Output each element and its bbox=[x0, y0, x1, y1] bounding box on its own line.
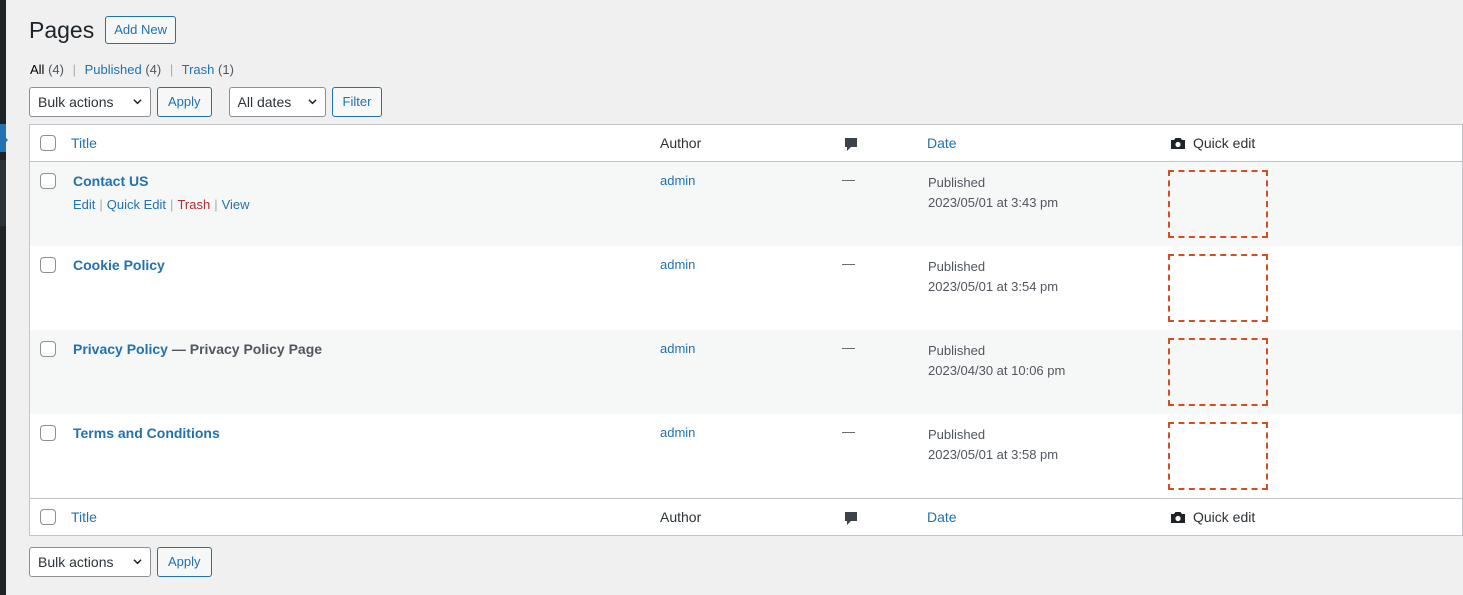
tablenav-bottom: Bulk actions Apply bbox=[29, 547, 212, 577]
view-trash-count: (1) bbox=[218, 62, 234, 77]
row-datetime: 2023/05/01 at 3:43 pm bbox=[928, 195, 1059, 210]
view-published-link[interactable]: Published bbox=[85, 62, 142, 77]
comments-icon bbox=[844, 137, 858, 156]
row-checkbox[interactable] bbox=[40, 257, 56, 273]
row-checkbox[interactable] bbox=[40, 425, 56, 441]
row-author-link[interactable]: admin bbox=[660, 341, 695, 356]
camera-icon bbox=[1171, 511, 1185, 523]
row-action-quick-edit[interactable]: Quick Edit bbox=[107, 197, 166, 212]
table-row: Terms and Conditions admin — Published 2… bbox=[30, 414, 1462, 498]
view-separator: | bbox=[72, 62, 76, 77]
row-datetime: 2023/04/30 at 10:06 pm bbox=[928, 363, 1066, 378]
row-action-trash[interactable]: Trash bbox=[177, 197, 210, 212]
bulk-actions-select-bottom[interactable]: Bulk actions bbox=[29, 547, 151, 577]
row-comments: — bbox=[842, 424, 855, 439]
row-datetime: 2023/05/01 at 3:54 pm bbox=[928, 279, 1059, 294]
row-datetime: 2023/05/01 at 3:58 pm bbox=[928, 447, 1059, 462]
apply-button-top[interactable]: Apply bbox=[157, 87, 212, 117]
column-quick-edit-footer: Quick edit bbox=[1170, 509, 1255, 525]
column-title-sort-footer[interactable]: Title bbox=[71, 509, 97, 525]
view-all-link[interactable]: All bbox=[30, 62, 44, 77]
bulk-actions-value: Bulk actions bbox=[38, 94, 114, 110]
column-quick-edit-label: Quick edit bbox=[1193, 509, 1256, 525]
chevron-down-icon bbox=[133, 99, 142, 105]
tablenav-top: Bulk actions Apply All dates Filter bbox=[29, 87, 383, 117]
row-date: Published 2023/05/01 at 3:54 pm bbox=[928, 257, 1058, 297]
view-trash-link[interactable]: Trash bbox=[182, 62, 215, 77]
row-title-link[interactable]: Privacy Policy — Privacy Policy Page bbox=[73, 341, 322, 357]
page-title: Pages bbox=[29, 17, 95, 43]
row-actions: Edit | Quick Edit | Trash | View bbox=[73, 197, 250, 212]
table-footer: Title Author Date Quick edit bbox=[30, 498, 1462, 535]
table-row: Cookie Policy admin — Published 2023/05/… bbox=[30, 246, 1462, 330]
column-date-sort[interactable]: Date bbox=[927, 135, 957, 151]
camera-icon bbox=[1171, 137, 1185, 149]
row-status: Published bbox=[928, 343, 986, 358]
filter-button[interactable]: Filter bbox=[331, 87, 383, 117]
row-author-link[interactable]: admin bbox=[660, 425, 695, 440]
row-checkbox[interactable] bbox=[40, 173, 56, 189]
view-all-count: (4) bbox=[48, 62, 64, 77]
column-date-sort-footer[interactable]: Date bbox=[927, 509, 957, 525]
table-header: Title Author Date Quick edit bbox=[30, 125, 1462, 162]
quick-edit-box[interactable] bbox=[1168, 338, 1268, 406]
bulk-actions-select-top[interactable]: Bulk actions bbox=[29, 87, 151, 117]
row-status: Published bbox=[928, 175, 986, 190]
dates-value: All dates bbox=[237, 94, 292, 110]
table-row: Contact US Edit | Quick Edit | Trash | View ad… bbox=[30, 162, 1462, 246]
select-all-checkbox[interactable] bbox=[40, 135, 56, 151]
chevron-down-icon bbox=[133, 559, 142, 565]
row-date: Published 2023/05/01 at 3:43 pm bbox=[928, 173, 1058, 213]
quick-edit-box[interactable] bbox=[1168, 170, 1268, 238]
column-author: Author bbox=[660, 135, 702, 151]
select-all-checkbox-footer[interactable] bbox=[40, 509, 56, 525]
admin-submenu-strip bbox=[0, 160, 6, 226]
column-title-sort[interactable]: Title bbox=[71, 135, 97, 151]
comments-icon bbox=[844, 511, 858, 530]
row-action-edit[interactable]: Edit bbox=[73, 197, 95, 212]
column-quick-edit: Quick edit bbox=[1170, 135, 1255, 151]
chevron-down-icon bbox=[307, 99, 317, 105]
view-filters: All (4) | Published (4) | Trash (1) bbox=[30, 62, 234, 77]
post-state: — Privacy Policy Page bbox=[167, 341, 323, 357]
apply-button-bottom[interactable]: Apply bbox=[157, 547, 212, 577]
bulk-actions-value: Bulk actions bbox=[38, 554, 114, 570]
admin-menu-edge bbox=[0, 0, 6, 595]
view-separator: | bbox=[169, 62, 174, 77]
quick-edit-box[interactable] bbox=[1168, 254, 1268, 322]
row-title-link[interactable]: Contact US bbox=[73, 173, 148, 189]
row-status: Published bbox=[928, 259, 986, 274]
row-date: Published 2023/04/30 at 10:06 pm bbox=[928, 341, 1065, 381]
row-comments: — bbox=[842, 172, 855, 187]
row-action-view[interactable]: View bbox=[222, 197, 250, 212]
row-comments: — bbox=[842, 340, 855, 355]
column-author-footer: Author bbox=[660, 509, 702, 525]
current-menu-arrow-icon bbox=[0, 132, 8, 148]
row-status: Published bbox=[928, 427, 986, 442]
pages-table: Title Author Date Quick edit Contact US … bbox=[29, 124, 1463, 536]
dates-select[interactable]: All dates bbox=[228, 87, 326, 117]
heading-row: Pages Add New bbox=[29, 16, 176, 44]
table-row: Privacy Policy — Privacy Policy Page adm… bbox=[30, 330, 1462, 414]
row-comments: — bbox=[842, 256, 855, 271]
add-new-button[interactable]: Add New bbox=[105, 16, 176, 44]
row-checkbox[interactable] bbox=[40, 341, 56, 357]
row-author-link[interactable]: admin bbox=[660, 257, 695, 272]
row-author-link[interactable]: admin bbox=[660, 173, 695, 188]
row-title-link[interactable]: Cookie Policy bbox=[73, 257, 165, 273]
row-date: Published 2023/05/01 at 3:58 pm bbox=[928, 425, 1058, 465]
column-quick-edit-label: Quick edit bbox=[1193, 135, 1256, 151]
view-published-count: (4) bbox=[145, 62, 162, 77]
quick-edit-box[interactable] bbox=[1168, 422, 1268, 490]
row-title-link[interactable]: Terms and Conditions bbox=[73, 425, 220, 441]
